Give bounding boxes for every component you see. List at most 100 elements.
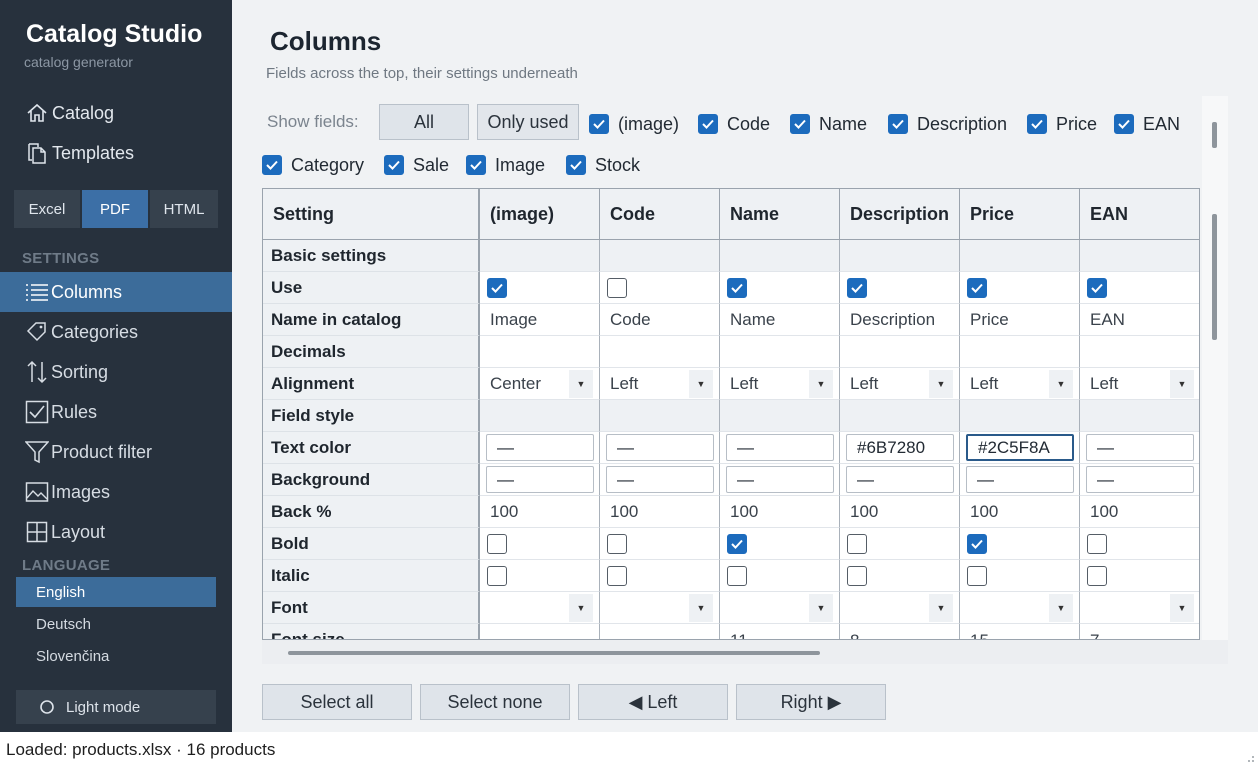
- cell-checkbox[interactable]: [487, 533, 507, 554]
- cell-dropdown[interactable]: Left ▼: [610, 369, 713, 399]
- tab-pdf[interactable]: PDF: [82, 190, 148, 228]
- show-all-button[interactable]: All: [379, 104, 469, 140]
- select-all-button[interactable]: Select all: [262, 684, 412, 720]
- sidebar-item-columns[interactable]: Columns: [0, 272, 232, 312]
- grid-cell[interactable]: 100: [600, 496, 720, 528]
- cell-dropdown[interactable]: Center ▼: [490, 369, 593, 399]
- cell-dropdown[interactable]: ▼: [970, 593, 1073, 623]
- light-mode-button[interactable]: Light mode: [16, 690, 216, 724]
- color-input[interactable]: —: [726, 434, 834, 461]
- grid-cell[interactable]: Left ▼: [600, 368, 720, 400]
- color-input[interactable]: #2C5F8A: [966, 434, 1074, 461]
- grid-cell[interactable]: —: [960, 464, 1080, 496]
- cell-checkbox[interactable]: [967, 277, 987, 298]
- cell-checkbox[interactable]: [967, 533, 987, 554]
- cell-checkbox[interactable]: [607, 277, 627, 298]
- cell-dropdown[interactable]: Left ▼: [730, 369, 833, 399]
- sidebar-item-rules[interactable]: Rules: [0, 392, 232, 432]
- field-toggle-checkbox[interactable]: [384, 155, 404, 175]
- chevron-down-icon[interactable]: ▼: [1170, 593, 1194, 622]
- color-input[interactable]: —: [486, 434, 594, 461]
- grid-cell[interactable]: ▼: [720, 592, 840, 624]
- tab-html[interactable]: HTML: [150, 190, 218, 228]
- grid-cell[interactable]: [960, 528, 1080, 560]
- grid-header-column[interactable]: Price: [960, 189, 1080, 240]
- field-toggle-checkbox[interactable]: [1027, 114, 1047, 134]
- grid-cell[interactable]: 100: [1080, 496, 1199, 528]
- grid-cell[interactable]: [600, 528, 720, 560]
- cell-checkbox[interactable]: [727, 565, 747, 586]
- field-toggle-checkbox[interactable]: [888, 114, 908, 134]
- grid-cell[interactable]: —: [480, 432, 600, 464]
- grid-cell[interactable]: 100: [480, 496, 600, 528]
- select-none-button[interactable]: Select none: [420, 684, 570, 720]
- grid-cell[interactable]: [480, 272, 600, 304]
- chevron-down-icon[interactable]: ▼: [1049, 369, 1073, 398]
- horizontal-scroll-thumb[interactable]: [288, 651, 820, 655]
- field-toggle-checkbox[interactable]: [1114, 114, 1134, 134]
- grid-cell[interactable]: —: [720, 464, 840, 496]
- cell-checkbox[interactable]: [487, 565, 507, 586]
- grid-header-column[interactable]: Code: [600, 189, 720, 240]
- cell-dropdown[interactable]: ▼: [1090, 593, 1194, 623]
- grid-cell[interactable]: 100: [720, 496, 840, 528]
- grid-cell[interactable]: [960, 272, 1080, 304]
- grid-cell[interactable]: Left ▼: [720, 368, 840, 400]
- sidebar-item-layout[interactable]: Layout: [0, 512, 232, 552]
- color-input[interactable]: —: [726, 466, 834, 493]
- grid-cell[interactable]: [720, 528, 840, 560]
- scroll-thumb-top[interactable]: [1212, 122, 1217, 148]
- color-input[interactable]: —: [486, 466, 594, 493]
- chevron-down-icon[interactable]: ▼: [809, 593, 833, 622]
- grid-cell[interactable]: [840, 336, 960, 368]
- grid-cell[interactable]: —: [600, 432, 720, 464]
- color-input[interactable]: —: [606, 434, 714, 461]
- color-input[interactable]: #6B7280: [846, 434, 954, 461]
- language-deutsch[interactable]: Deutsch: [16, 609, 216, 639]
- grid-header-column[interactable]: (image): [480, 189, 600, 240]
- color-input[interactable]: —: [1086, 466, 1194, 493]
- grid-cell[interactable]: ▼: [840, 592, 960, 624]
- cell-checkbox[interactable]: [607, 533, 627, 554]
- cell-dropdown[interactable]: Left ▼: [1090, 369, 1194, 399]
- cell-checkbox[interactable]: [1087, 565, 1107, 586]
- grid-cell[interactable]: 8: [840, 624, 960, 639]
- chevron-down-icon[interactable]: ▼: [1170, 369, 1194, 398]
- grid-cell[interactable]: [1080, 528, 1199, 560]
- grid-cell[interactable]: #2C5F8A: [960, 432, 1080, 464]
- grid-cell[interactable]: —: [840, 464, 960, 496]
- grid-cell[interactable]: [1080, 272, 1199, 304]
- grid-cell[interactable]: —: [1080, 464, 1199, 496]
- grid-cell[interactable]: —: [480, 464, 600, 496]
- grid-cell[interactable]: Description: [840, 304, 960, 336]
- grid-cell[interactable]: [600, 336, 720, 368]
- grid-cell[interactable]: [720, 560, 840, 592]
- show-only-used-button[interactable]: Only used: [477, 104, 579, 140]
- grid-cell[interactable]: Left ▼: [1080, 368, 1199, 400]
- grid-cell[interactable]: [480, 528, 600, 560]
- grid-cell[interactable]: #6B7280: [840, 432, 960, 464]
- chevron-down-icon[interactable]: ▼: [569, 593, 593, 622]
- cell-checkbox[interactable]: [607, 565, 627, 586]
- grid-cell[interactable]: [840, 272, 960, 304]
- cell-dropdown[interactable]: ▼: [490, 593, 593, 623]
- chevron-down-icon[interactable]: ▼: [569, 369, 593, 398]
- grid-header-column[interactable]: Description: [840, 189, 960, 240]
- cell-checkbox[interactable]: [847, 277, 867, 298]
- cell-checkbox[interactable]: [727, 533, 747, 554]
- grid-cell[interactable]: [600, 560, 720, 592]
- chevron-down-icon[interactable]: ▼: [929, 593, 953, 622]
- grid-cell[interactable]: ▼: [480, 592, 600, 624]
- grid-cell[interactable]: Image: [480, 304, 600, 336]
- cell-checkbox[interactable]: [727, 277, 747, 298]
- language-slovencina[interactable]: Slovenčina: [16, 641, 216, 671]
- field-toggle[interactable]: EAN: [1114, 112, 1180, 136]
- grid-cell[interactable]: 7: [1080, 624, 1199, 639]
- cell-checkbox[interactable]: [487, 277, 507, 298]
- grid-cell[interactable]: [720, 336, 840, 368]
- grid-header-column[interactable]: Name: [720, 189, 840, 240]
- field-toggle[interactable]: Description: [888, 112, 1007, 136]
- grid-cell[interactable]: [1080, 336, 1199, 368]
- color-input[interactable]: —: [606, 466, 714, 493]
- grid-cell[interactable]: [720, 272, 840, 304]
